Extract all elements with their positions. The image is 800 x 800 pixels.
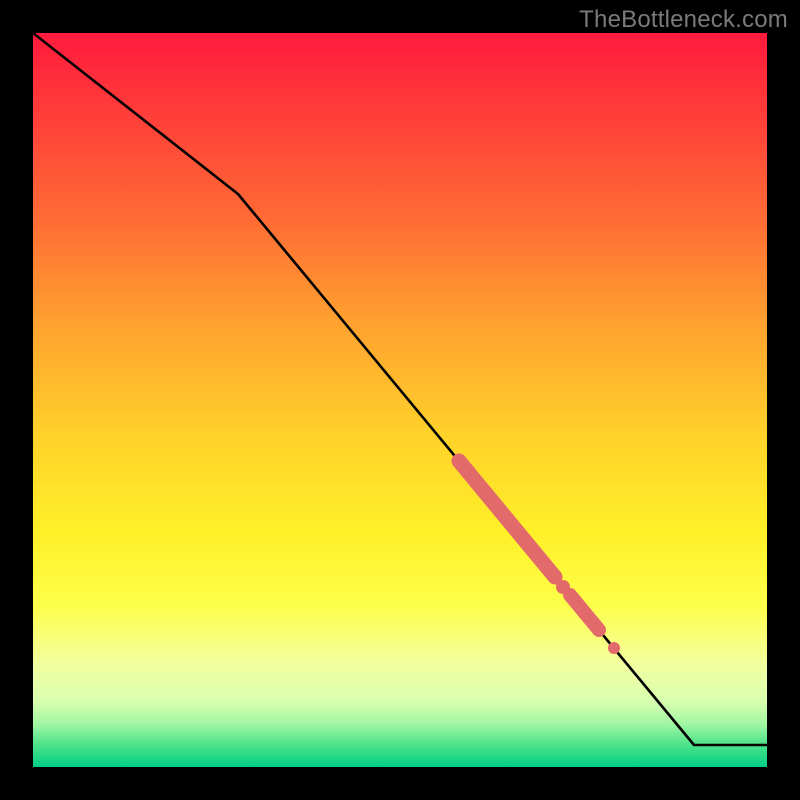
curve-line [33,33,767,745]
highlight-segment-2 [570,595,599,630]
highlight-dot-2 [608,642,620,654]
highlight-segment-1 [459,461,555,577]
watermark-text: TheBottleneck.com [579,6,788,34]
chart-frame: TheBottleneck.com [0,0,800,800]
chart-overlay [33,33,767,767]
